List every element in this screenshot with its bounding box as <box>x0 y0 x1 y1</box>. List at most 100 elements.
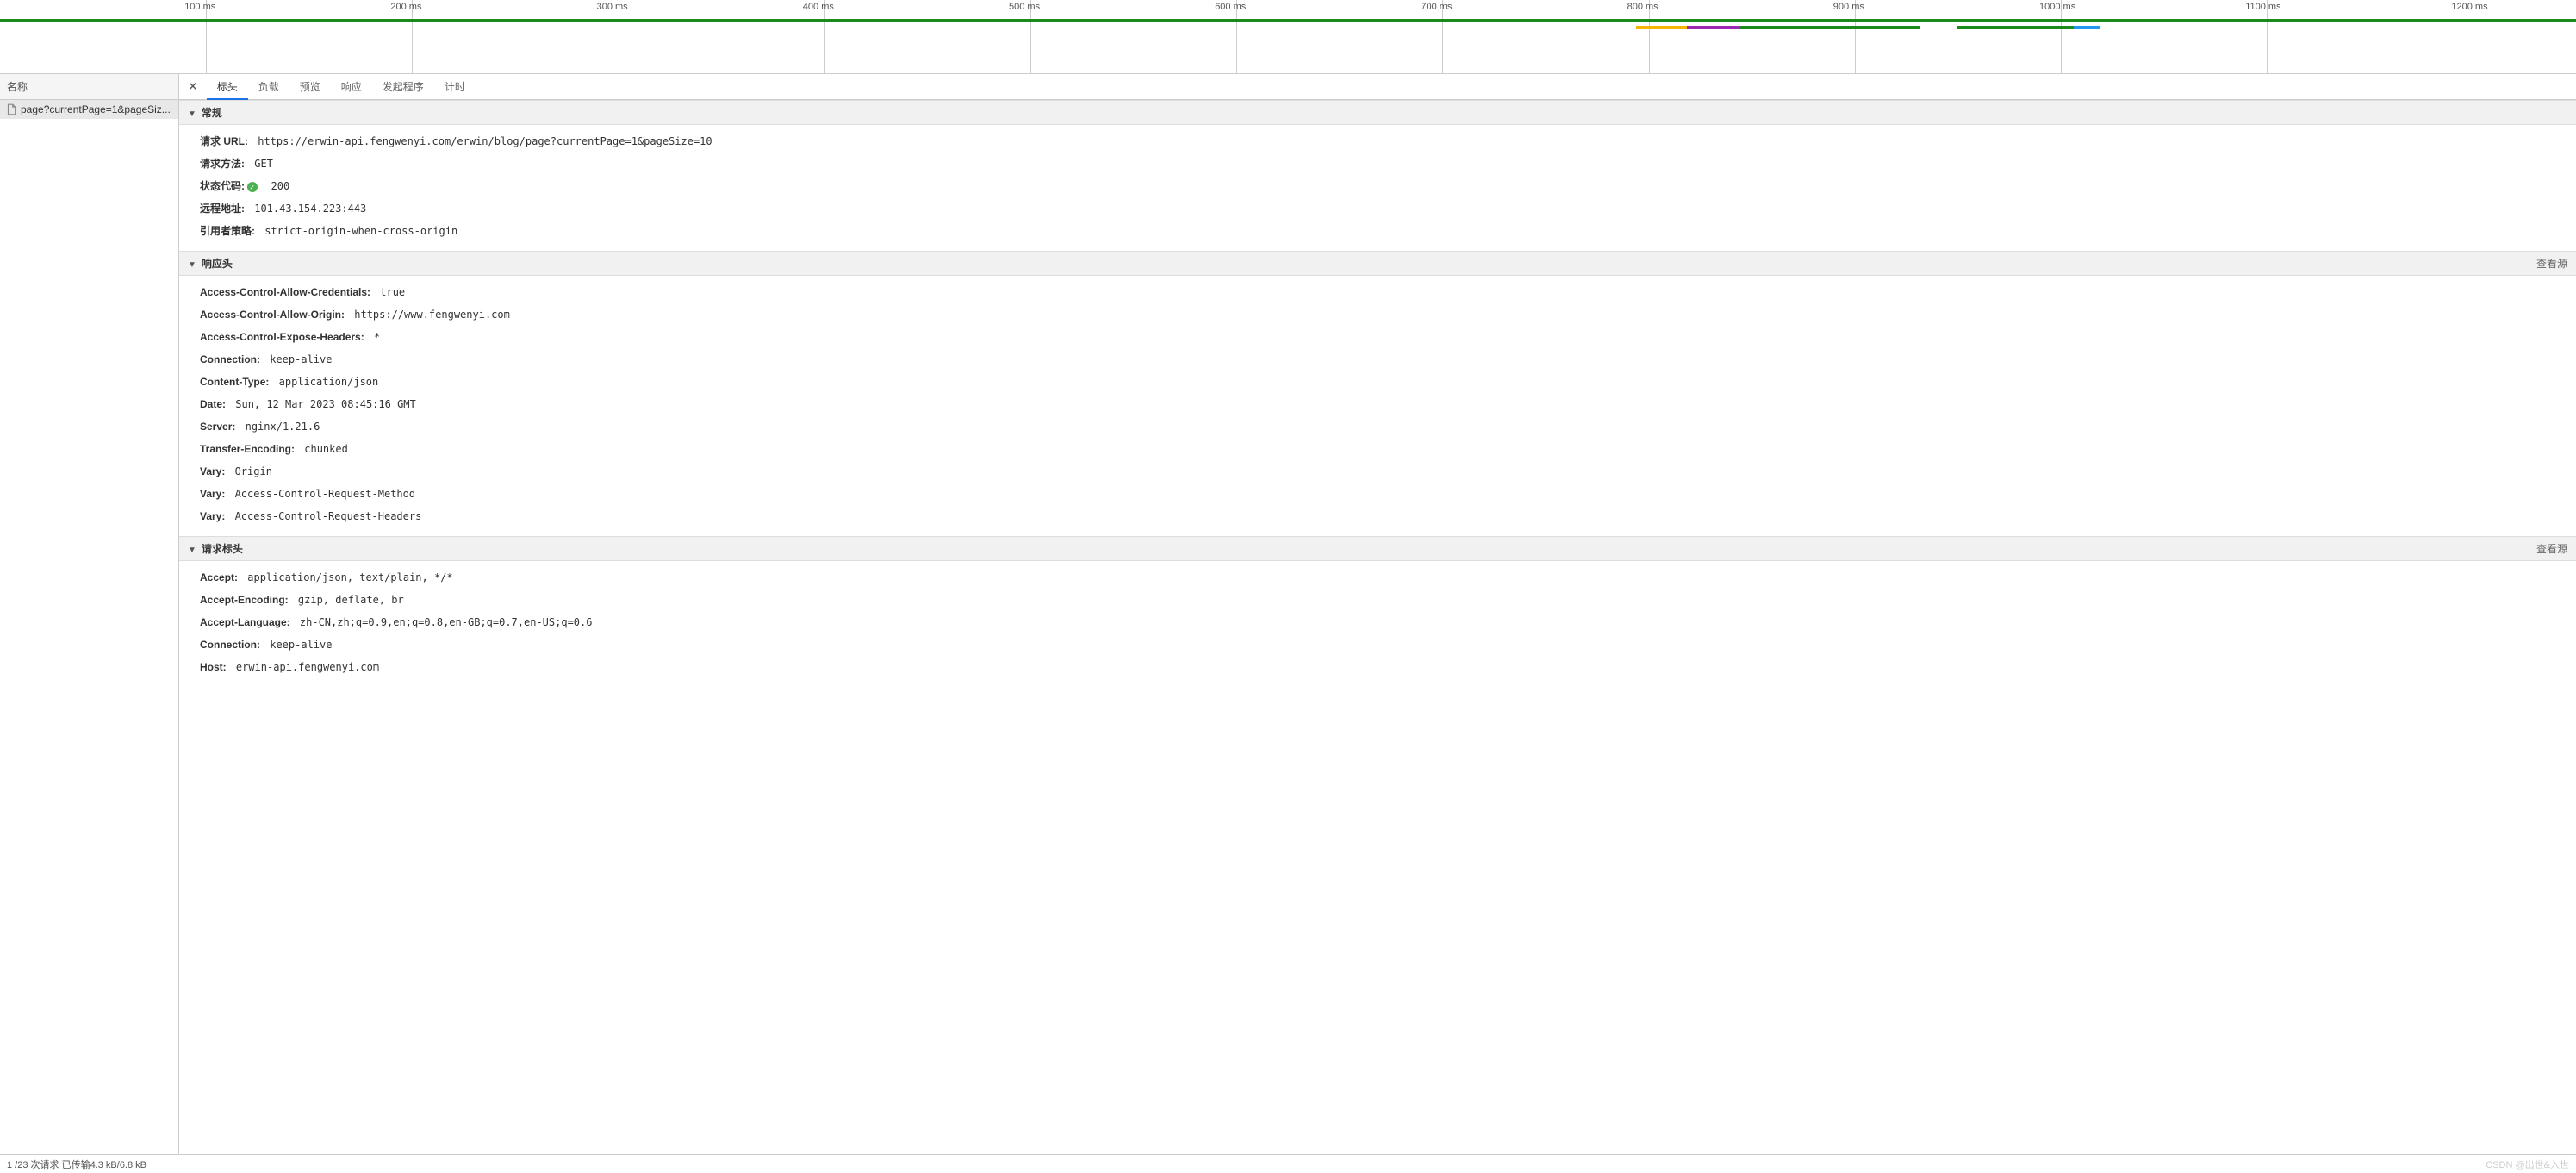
timeline-tick: 400 ms <box>824 0 860 74</box>
header-key: Transfer-Encoding: <box>200 443 295 455</box>
timeline-track <box>0 19 2576 22</box>
header-key: Accept: <box>200 571 238 583</box>
header-value: strict-origin-when-cross-origin <box>258 225 457 237</box>
timeline-tick: 1200 ms <box>2473 0 2513 74</box>
header-row: Access-Control-Allow-Origin: https://www… <box>200 303 2576 326</box>
header-value: gzip, deflate, br <box>292 594 404 606</box>
header-value: erwin-api.fengwenyi.com <box>230 661 379 673</box>
header-value: true <box>374 286 405 298</box>
header-key: Host: <box>200 661 227 673</box>
header-key: 引用者策略: <box>200 225 255 237</box>
header-value: 200 <box>264 180 289 192</box>
chevron-down-icon: ▼ <box>188 260 196 270</box>
header-key: 请求 URL: <box>200 135 248 147</box>
header-value: Sun, 12 Mar 2023 08:45:16 GMT <box>229 398 416 410</box>
view-source-response[interactable]: 查看源 <box>2536 256 2567 271</box>
timeline-mark <box>1636 26 1688 29</box>
header-value: chunked <box>298 443 348 455</box>
header-row: Vary: Origin <box>200 460 2576 483</box>
view-source-request[interactable]: 查看源 <box>2536 541 2567 556</box>
tab-response[interactable]: 响应 <box>331 74 372 100</box>
header-key: Connection: <box>200 353 260 365</box>
timeline-tick: 100 ms <box>206 0 241 74</box>
tab-payload[interactable]: 负载 <box>248 74 289 100</box>
section-request-title: 请求标头 <box>202 543 243 555</box>
header-key: Access-Control-Allow-Credentials: <box>200 286 370 298</box>
header-row: Accept-Encoding: gzip, deflate, br <box>200 589 2576 611</box>
header-row: Access-Control-Allow-Credentials: true <box>200 281 2576 303</box>
timeline-tick: 300 ms <box>619 0 654 74</box>
header-row: Connection: keep-alive <box>200 348 2576 371</box>
header-row: Transfer-Encoding: chunked <box>200 438 2576 460</box>
header-row: Server: nginx/1.21.6 <box>200 415 2576 438</box>
request-name: page?currentPage=1&pageSiz... <box>21 103 171 115</box>
header-value: keep-alive <box>264 353 332 365</box>
request-list[interactable]: page?currentPage=1&pageSiz... <box>0 100 178 1154</box>
status-ok-icon <box>247 182 258 192</box>
tab-timing[interactable]: 计时 <box>434 74 476 100</box>
timeline-tick: 500 ms <box>1030 0 1066 74</box>
section-general-header[interactable]: ▼常规 <box>179 100 2576 125</box>
timeline-tick: 1000 ms <box>2061 0 2101 74</box>
timeline-tick: 800 ms <box>1649 0 1684 74</box>
header-key: Accept-Language: <box>200 616 290 628</box>
timeline-mark <box>1739 26 1842 29</box>
header-key: Vary: <box>200 510 225 522</box>
header-row: 状态代码: 200 <box>200 175 2576 197</box>
tab-preview[interactable]: 预览 <box>289 74 331 100</box>
header-key: Access-Control-Allow-Origin: <box>200 309 345 321</box>
header-key: Content-Type: <box>200 376 269 388</box>
header-row: Date: Sun, 12 Mar 2023 08:45:16 GMT <box>200 393 2576 415</box>
header-row: 请求方法: GET <box>200 153 2576 175</box>
header-row: 引用者策略: strict-origin-when-cross-origin <box>200 220 2576 242</box>
request-list-header: 名称 <box>0 74 178 100</box>
header-value: nginx/1.21.6 <box>239 421 320 433</box>
header-value: zh-CN,zh;q=0.9,en;q=0.8,en-GB;q=0.7,en-U… <box>294 616 593 628</box>
header-value: keep-alive <box>264 639 332 651</box>
header-key: 状态代码: <box>200 180 245 192</box>
response-header-rows: Access-Control-Allow-Credentials: trueAc… <box>179 276 2576 536</box>
timeline-overview[interactable]: 100 ms 200 ms 300 ms 400 ms 500 ms 600 ms 700 … <box>0 0 2576 74</box>
section-request-header[interactable]: ▼ 请求标头 查看源 <box>179 536 2576 561</box>
timeline-tick: 1100 ms <box>2267 0 2306 74</box>
headers-content[interactable]: ▼常规 请求 URL: https://erwin-api.fengwenyi.… <box>179 100 2576 1154</box>
header-row: 请求 URL: https://erwin-api.fengwenyi.com/… <box>200 130 2576 153</box>
general-rows: 请求 URL: https://erwin-api.fengwenyi.com/… <box>179 125 2576 251</box>
header-row: Vary: Access-Control-Request-Headers <box>200 505 2576 527</box>
header-key: Server: <box>200 421 235 433</box>
header-value: https://www.fengwenyi.com <box>348 309 510 321</box>
section-response-title: 响应头 <box>202 258 233 270</box>
timeline-mark <box>1842 26 1920 29</box>
tab-headers[interactable]: 标头 <box>207 74 248 100</box>
tab-initiator[interactable]: 发起程序 <box>372 74 434 100</box>
chevron-down-icon: ▼ <box>188 109 196 119</box>
chevron-down-icon: ▼ <box>188 546 196 555</box>
header-value: application/json, text/plain, */* <box>241 571 453 583</box>
header-value: 101.43.154.223:443 <box>248 203 366 215</box>
watermark-text: CSDN @出世&入世 <box>2486 1157 2569 1171</box>
header-key: Vary: <box>200 488 225 500</box>
timeline-tick: 600 ms <box>1236 0 1272 74</box>
header-value: Origin <box>228 465 272 477</box>
section-response-header[interactable]: ▼ 响应头 查看源 <box>179 251 2576 276</box>
header-row: Connection: keep-alive <box>200 633 2576 656</box>
request-details-panel: ✕ 标头负载预览响应发起程序计时 ▼常规 请求 URL: https://erw… <box>179 74 2576 1154</box>
close-icon[interactable]: ✕ <box>179 79 207 94</box>
request-row[interactable]: page?currentPage=1&pageSiz... <box>0 100 178 119</box>
details-tabs: ✕ 标头负载预览响应发起程序计时 <box>179 74 2576 100</box>
header-row: Access-Control-Expose-Headers: * <box>200 326 2576 348</box>
request-list-panel: 名称 page?currentPage=1&pageSiz... <box>0 74 179 1154</box>
request-header-rows: Accept: application/json, text/plain, */… <box>179 561 2576 687</box>
timeline-mark <box>1957 26 2074 29</box>
header-key: 请求方法: <box>200 158 245 170</box>
header-value: application/json <box>272 376 378 388</box>
timeline-mark <box>2074 26 2100 29</box>
timeline-ruler: 100 ms200 ms300 ms400 ms500 ms600 ms700 … <box>0 0 2576 17</box>
header-key: Vary: <box>200 465 225 477</box>
header-value: https://erwin-api.fengwenyi.com/erwin/bl… <box>252 135 712 147</box>
timeline-tick: 700 ms <box>1442 0 1478 74</box>
header-key: 远程地址: <box>200 203 245 215</box>
header-row: Vary: Access-Control-Request-Method <box>200 483 2576 505</box>
timeline-tick: 200 ms <box>412 0 447 74</box>
timeline-mark <box>1687 26 1739 29</box>
